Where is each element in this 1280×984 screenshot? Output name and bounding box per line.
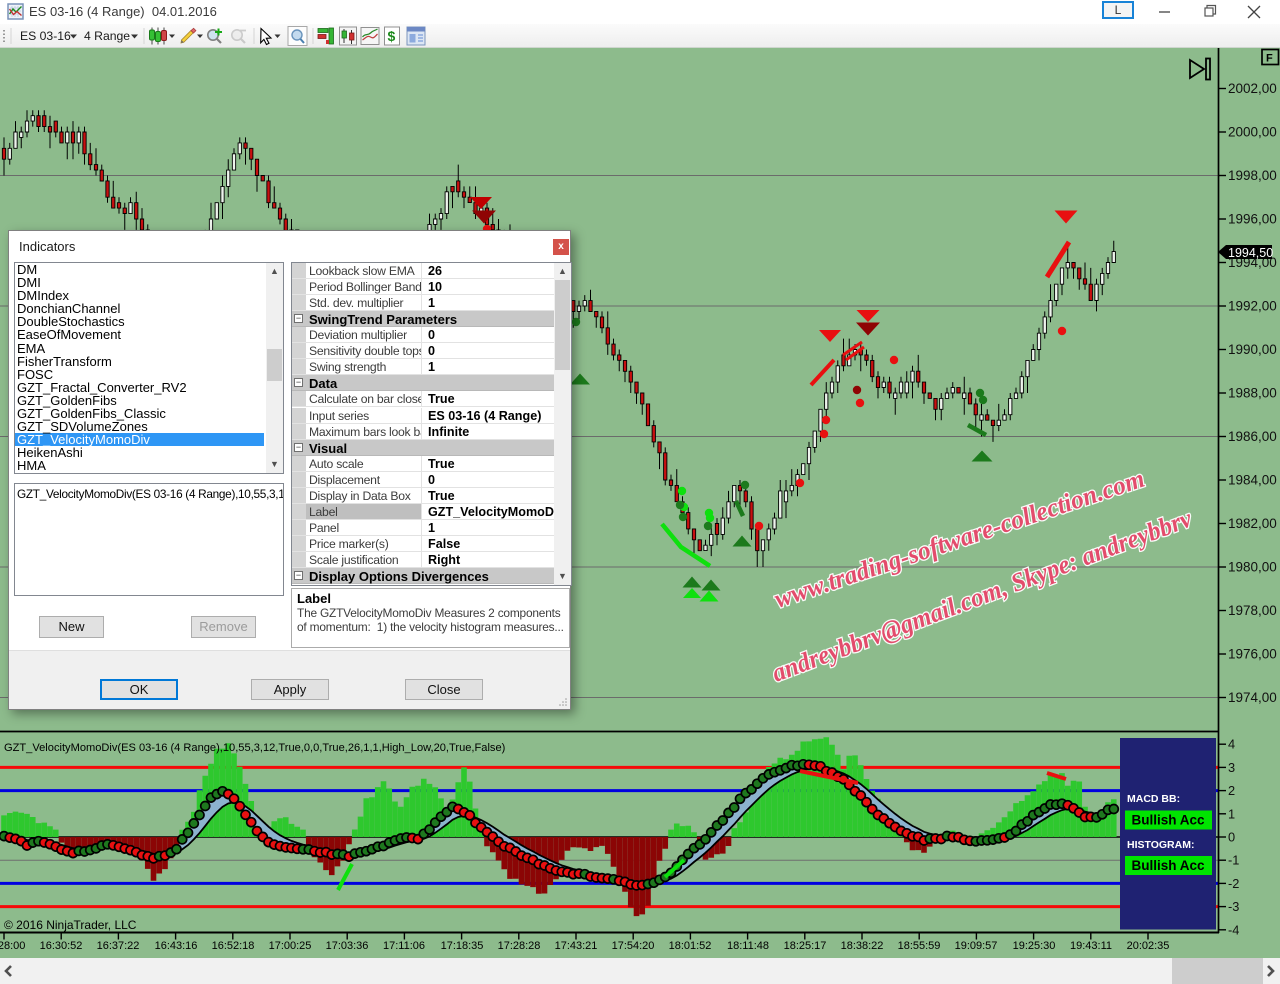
svg-text:-4: -4 (1228, 922, 1239, 937)
svg-text:HISTOGRAM:: HISTOGRAM: (1127, 839, 1194, 851)
svg-text:-1: -1 (1228, 853, 1239, 868)
svg-text:19:09:57: 19:09:57 (955, 940, 998, 952)
svg-text:1978,00: 1978,00 (1228, 603, 1277, 618)
svg-text:1996,00: 1996,00 (1228, 212, 1277, 227)
svg-text:20:02:35: 20:02:35 (1127, 940, 1170, 952)
svg-text:© 2016 NinjaTrader, LLC: © 2016 NinjaTrader, LLC (4, 918, 137, 932)
svg-text:-3: -3 (1228, 899, 1239, 914)
svg-text:16:37:22: 16:37:22 (97, 940, 140, 952)
svg-text:19:25:30: 19:25:30 (1013, 940, 1056, 952)
svg-text:17:18:35: 17:18:35 (441, 940, 484, 952)
svg-text:2000,00: 2000,00 (1228, 125, 1277, 140)
svg-text:17:54:20: 17:54:20 (612, 940, 655, 952)
svg-text:17:11:06: 17:11:06 (383, 940, 425, 952)
svg-text:1992,00: 1992,00 (1228, 299, 1277, 314)
svg-text:MACD BB:: MACD BB: (1127, 793, 1180, 805)
svg-text:1982,00: 1982,00 (1228, 516, 1277, 531)
svg-text:3: 3 (1228, 760, 1235, 775)
svg-text:1980,00: 1980,00 (1228, 560, 1277, 575)
svg-text:Bullish Acc: Bullish Acc (1131, 858, 1205, 873)
svg-text:16:30:52: 16:30:52 (40, 940, 83, 952)
svg-text:GZT_VelocityMomoDiv(ES 03-16 (: GZT_VelocityMomoDiv(ES 03-16 (4 Range),1… (4, 742, 505, 754)
svg-text:$: $ (388, 28, 396, 44)
svg-text:18:55:59: 18:55:59 (898, 940, 941, 952)
svg-text:18:25:17: 18:25:17 (784, 940, 827, 952)
svg-text:0: 0 (1228, 830, 1235, 845)
svg-text:1998,00: 1998,00 (1228, 168, 1277, 183)
svg-text:16:52:18: 16:52:18 (212, 940, 255, 952)
svg-text:1984,00: 1984,00 (1228, 473, 1277, 488)
svg-text:17:28:28: 17:28:28 (498, 940, 541, 952)
svg-text:-2: -2 (1228, 876, 1239, 891)
svg-text:1990,00: 1990,00 (1228, 342, 1277, 357)
svg-text:1986,00: 1986,00 (1228, 429, 1277, 444)
svg-text:17:03:36: 17:03:36 (326, 940, 369, 952)
svg-text:ES 03-16: ES 03-16 (20, 29, 71, 43)
svg-text:2002,00: 2002,00 (1228, 81, 1277, 96)
svg-text:16:28:00: 16:28:00 (0, 940, 25, 952)
svg-text:17:00:25: 17:00:25 (269, 940, 312, 952)
svg-text:1994,50: 1994,50 (1228, 246, 1273, 260)
svg-text:18:11:48: 18:11:48 (727, 940, 769, 952)
svg-text:4: 4 (1228, 737, 1235, 752)
svg-text:Bullish Acc: Bullish Acc (1131, 813, 1205, 828)
svg-text:16:43:16: 16:43:16 (155, 940, 198, 952)
svg-text:1976,00: 1976,00 (1228, 647, 1277, 662)
svg-text:4 Range: 4 Range (84, 29, 130, 43)
svg-text:1988,00: 1988,00 (1228, 386, 1277, 401)
svg-text:F: F (1266, 53, 1273, 65)
svg-text:17:43:21: 17:43:21 (555, 940, 598, 952)
svg-text:1974,00: 1974,00 (1228, 690, 1277, 705)
svg-text:18:01:52: 18:01:52 (669, 940, 712, 952)
svg-text:1: 1 (1228, 806, 1235, 821)
svg-text:18:38:22: 18:38:22 (841, 940, 884, 952)
svg-text:2: 2 (1228, 783, 1235, 798)
svg-text:19:43:11: 19:43:11 (1070, 940, 1112, 952)
